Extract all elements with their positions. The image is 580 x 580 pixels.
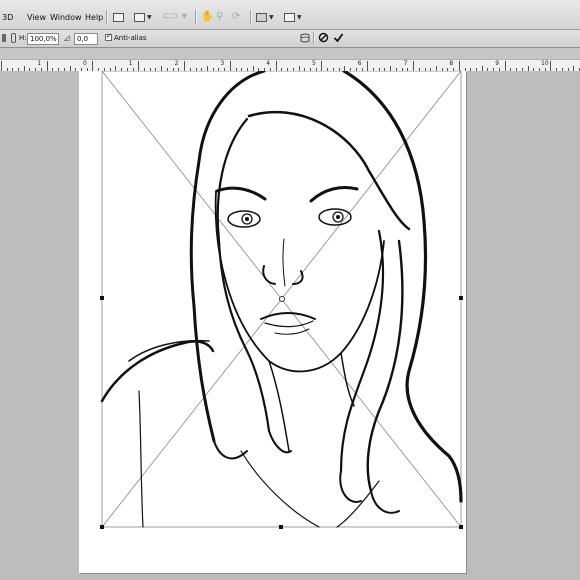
angle-input[interactable]: 0,0 bbox=[74, 33, 98, 45]
ruler-label: 2 bbox=[174, 60, 179, 67]
chevron-down-icon: ▼ bbox=[297, 13, 302, 21]
zoom-level-button[interactable] bbox=[113, 11, 124, 23]
ruler-label: 9 bbox=[495, 60, 500, 67]
ruler-label: 3 bbox=[220, 60, 225, 67]
rotate-view-icon[interactable]: ⟳ bbox=[232, 11, 240, 22]
transform-handle-left[interactable] bbox=[100, 296, 104, 300]
options-bar: H: 100,0% ◿ 0,0 Anti-alias bbox=[0, 30, 580, 48]
transform-handle-bottom-right[interactable] bbox=[459, 525, 463, 529]
arrange-documents-button[interactable]: ▼ bbox=[256, 11, 274, 23]
ruler-tick bbox=[92, 61, 94, 71]
ruler-label: 10 bbox=[541, 60, 549, 67]
menu-3d[interactable]: 3D bbox=[2, 13, 13, 22]
commit-transform-icon[interactable] bbox=[333, 32, 344, 43]
separator bbox=[195, 10, 197, 24]
reference-point-icon bbox=[2, 34, 6, 42]
zoom-icon bbox=[113, 12, 124, 22]
zoom-tool-icon[interactable]: ⚲ bbox=[216, 11, 223, 22]
menu-help[interactable]: Help bbox=[85, 13, 103, 22]
line-art-image bbox=[100, 71, 463, 528]
separator bbox=[250, 10, 252, 24]
ruler-label: 0 bbox=[83, 60, 87, 67]
ruler-tick bbox=[413, 61, 415, 71]
menu-window[interactable]: Window bbox=[50, 13, 82, 22]
document-canvas[interactable] bbox=[79, 71, 466, 573]
ruler-tick bbox=[550, 61, 552, 71]
layout-icon bbox=[284, 12, 295, 22]
hand-tool-icon[interactable]: ✋ bbox=[201, 11, 213, 22]
transform-handle-bottom[interactable] bbox=[279, 525, 283, 529]
transform-handle-bottom-left[interactable] bbox=[100, 525, 104, 529]
chevron-down-icon: ▼ bbox=[147, 13, 152, 21]
separator bbox=[106, 10, 108, 24]
ruler-label: 5 bbox=[312, 60, 316, 67]
transform-handle-right[interactable] bbox=[459, 296, 463, 300]
angle-icon: ◿ bbox=[64, 34, 70, 42]
height-label: H: bbox=[19, 34, 27, 42]
screen-mode-button[interactable]: ▼ bbox=[134, 11, 152, 23]
ruler-label: 8 bbox=[449, 60, 454, 67]
menu-view[interactable]: View bbox=[27, 13, 46, 22]
ruler-tick bbox=[229, 61, 231, 71]
chevron-down-icon: ▼ bbox=[269, 13, 274, 21]
warp-icon[interactable] bbox=[299, 32, 311, 44]
canvas-area bbox=[0, 71, 580, 580]
ruler-tick bbox=[367, 61, 369, 71]
ruler-label: 6 bbox=[357, 60, 362, 67]
ruler-label: 1 bbox=[37, 60, 42, 67]
ruler-label: 7 bbox=[403, 60, 408, 67]
height-input[interactable]: 100,0% bbox=[27, 33, 59, 45]
ruler-label: 1 bbox=[128, 60, 133, 67]
reference-point-marker[interactable] bbox=[279, 296, 285, 302]
application-bar: 3D View Window Help ▼ ⊂⊃ ▾ ✋ ⚲ ⟳ ▼ ▼ bbox=[0, 0, 580, 30]
arrange-icon bbox=[256, 12, 267, 22]
ruler-tick bbox=[275, 61, 277, 71]
extras-icon[interactable]: ⊂⊃ ▾ bbox=[162, 11, 187, 22]
ruler-tick bbox=[458, 61, 460, 71]
ruler-label: 4 bbox=[266, 60, 271, 67]
ruler-tick bbox=[184, 61, 186, 71]
screen-mode-icon bbox=[134, 12, 145, 22]
ruler-tick bbox=[46, 61, 48, 71]
antialias-label: Anti-alias bbox=[114, 34, 147, 42]
ruler-tick bbox=[504, 61, 506, 71]
ruler-tick bbox=[138, 61, 140, 71]
ruler-tick bbox=[321, 61, 323, 71]
link-icon[interactable] bbox=[11, 33, 16, 43]
separator bbox=[313, 32, 315, 44]
cancel-transform-icon[interactable] bbox=[318, 32, 329, 43]
ruler-tick bbox=[0, 61, 2, 71]
antialias-checkbox[interactable] bbox=[105, 32, 112, 41]
screen-layout-button[interactable]: ▼ bbox=[284, 11, 302, 23]
